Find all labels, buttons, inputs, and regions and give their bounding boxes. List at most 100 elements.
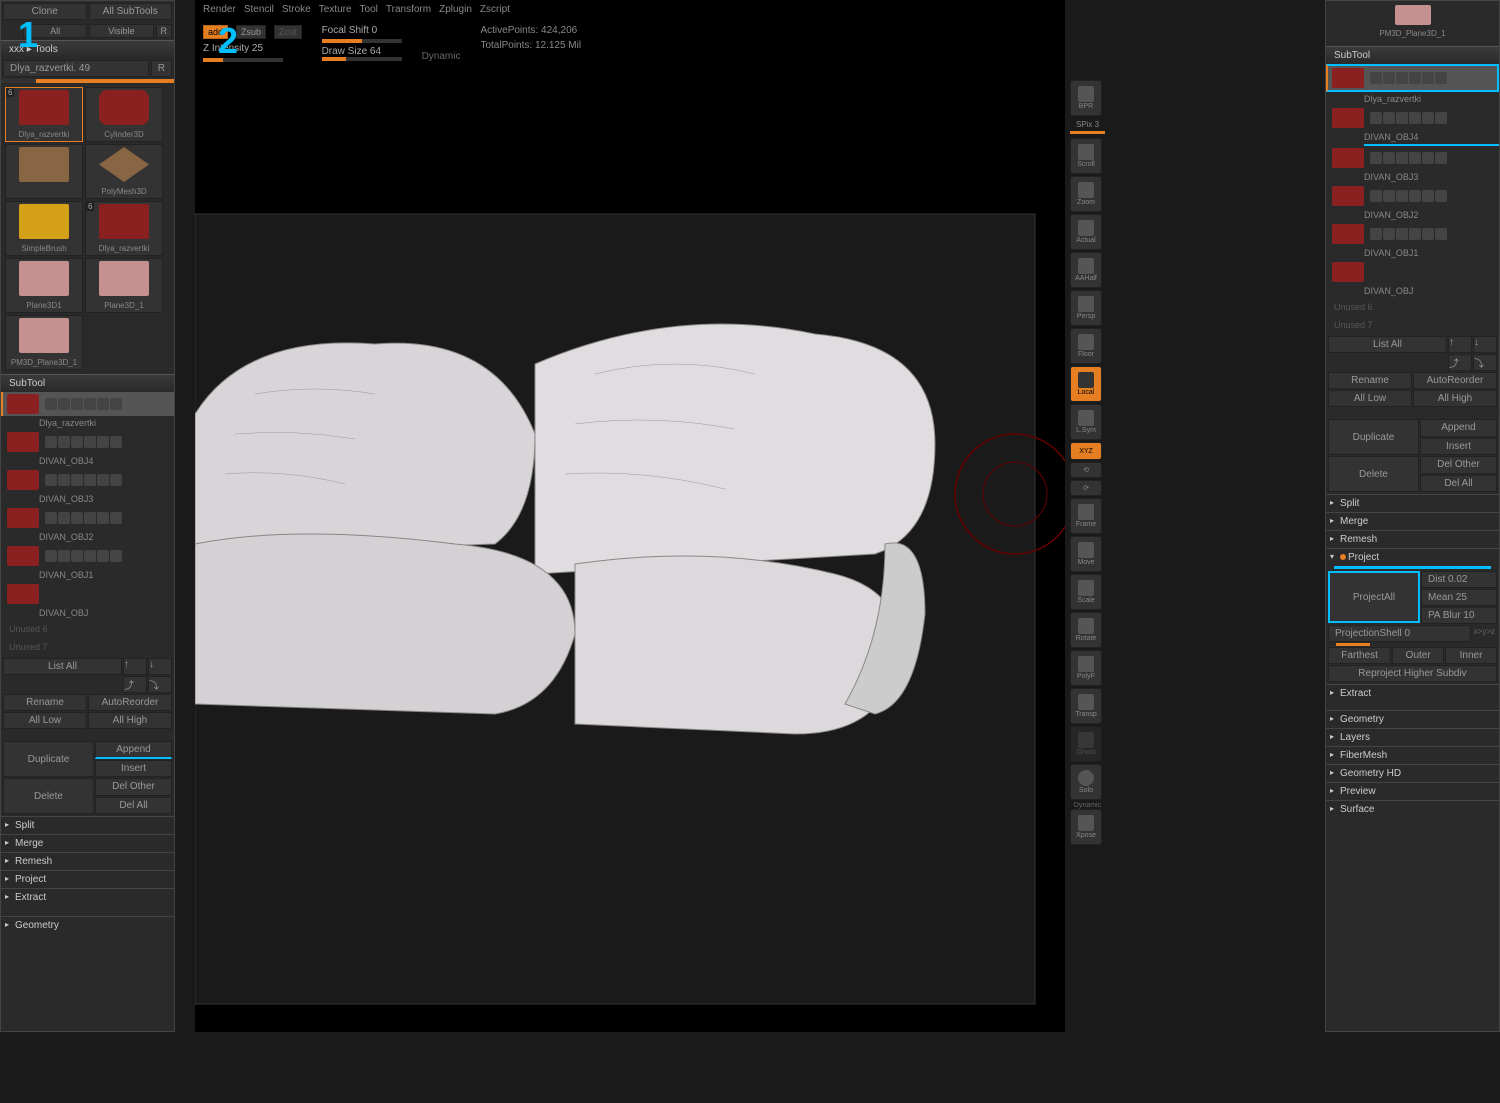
xpose-button[interactable]: Xpose <box>1070 809 1102 845</box>
polyf-button[interactable]: PolyF <box>1070 650 1102 686</box>
del-all-button[interactable]: Del All <box>95 797 172 815</box>
append-button-r[interactable]: Append <box>1420 419 1497 437</box>
subtool-item[interactable] <box>1326 222 1499 246</box>
merge-section-r[interactable]: Merge <box>1326 512 1499 530</box>
subtool-item[interactable] <box>1 506 174 530</box>
dynamic-toggle[interactable]: Dynamic <box>1070 802 1105 809</box>
floor-button[interactable]: Floor <box>1070 328 1102 364</box>
clone-button[interactable]: Clone <box>3 3 87 20</box>
tool-item[interactable]: Plane3D1 <box>5 258 83 313</box>
rot-y-icon[interactable]: ⟲ <box>1070 462 1102 478</box>
subtool-item[interactable] <box>1326 106 1499 130</box>
geometry-section-r[interactable]: Geometry <box>1326 710 1499 728</box>
menu-zscript[interactable]: Zscript <box>480 4 510 15</box>
duplicate-button[interactable]: Duplicate <box>3 741 94 777</box>
tool-item[interactable]: Cylinder3D <box>85 87 163 142</box>
subtool-item[interactable] <box>1 544 174 568</box>
rotate-button[interactable]: Rotate <box>1070 612 1102 648</box>
subtool-item[interactable] <box>1 468 174 492</box>
local-button[interactable]: Local <box>1070 366 1102 402</box>
split-section-r[interactable]: Split <box>1326 494 1499 512</box>
merge-section[interactable]: Merge <box>1 834 174 852</box>
insert-button[interactable]: Insert <box>95 760 172 777</box>
solo-button[interactable]: Solo <box>1070 764 1102 800</box>
spix-label[interactable]: SPix 3 <box>1070 118 1105 131</box>
zcut-button[interactable]: Zcut <box>274 25 302 39</box>
icon-1[interactable]: ⤴ <box>1448 354 1472 371</box>
menu-transform[interactable]: Transform <box>386 4 431 15</box>
scroll-button[interactable]: Scroll <box>1070 138 1102 174</box>
subtool-header-r[interactable]: SubTool <box>1326 46 1499 64</box>
zoom-button[interactable]: Zoom <box>1070 176 1102 212</box>
icon-1[interactable]: ⤴ <box>123 676 147 693</box>
subtool-header[interactable]: SubTool <box>1 374 174 392</box>
lsym-button[interactable]: L.Sym <box>1070 404 1102 440</box>
tool-item[interactable]: Plane3D_1 <box>85 258 163 313</box>
rename-button-r[interactable]: Rename <box>1328 372 1412 389</box>
bpr-button[interactable]: BPR <box>1070 80 1102 116</box>
remesh-section-r[interactable]: Remesh <box>1326 530 1499 548</box>
inner-button[interactable]: Inner <box>1445 647 1497 664</box>
delete-button-r[interactable]: Delete <box>1328 456 1419 492</box>
model-view[interactable] <box>195 68 1065 1100</box>
subtool-item[interactable] <box>1 430 174 454</box>
subtool-item[interactable] <box>1326 184 1499 208</box>
scale-button[interactable]: Scale <box>1070 574 1102 610</box>
move-button[interactable]: Move <box>1070 536 1102 572</box>
viewport[interactable]: Render Stencil Stroke Texture Tool Trans… <box>195 0 1065 1032</box>
split-section[interactable]: Split <box>1 816 174 834</box>
dynamic-label[interactable]: Dynamic <box>422 51 461 62</box>
r-button-2[interactable]: R <box>151 60 172 77</box>
tool-item[interactable]: PM3D_Plane3D_1 <box>5 315 83 370</box>
surface-section[interactable]: Surface <box>1326 800 1499 818</box>
zsub-button[interactable]: Zsub <box>236 25 266 39</box>
tool-item[interactable] <box>5 144 83 199</box>
duplicate-button-r[interactable]: Duplicate <box>1328 419 1419 455</box>
all-low-button[interactable]: All Low <box>3 712 87 729</box>
reproject-button[interactable]: Reproject Higher Subdiv <box>1328 665 1497 682</box>
extract-section-r[interactable]: Extract <box>1326 684 1499 702</box>
layers-section[interactable]: Layers <box>1326 728 1499 746</box>
r-button[interactable]: R <box>156 24 173 38</box>
insert-button-r[interactable]: Insert <box>1420 438 1497 456</box>
current-tool[interactable]: Dlya_razvertki. 49 <box>3 60 149 77</box>
aahalf-button[interactable]: AAHalf <box>1070 252 1102 288</box>
arrow-up-icon[interactable]: ↑ <box>1448 336 1472 353</box>
persp-button[interactable]: Persp <box>1070 290 1102 326</box>
auto-reorder-button[interactable]: AutoReorder <box>88 694 172 711</box>
farthest-button[interactable]: Farthest <box>1328 647 1391 664</box>
arrow-down-icon[interactable]: ↓ <box>148 658 172 675</box>
tool-item[interactable]: PolyMesh3D <box>85 144 163 199</box>
all-subtools-button[interactable]: All SubTools <box>89 3 173 20</box>
all-low-button-r[interactable]: All Low <box>1328 390 1412 407</box>
list-all-button-r[interactable]: List All <box>1328 336 1447 353</box>
menu-zplugin[interactable]: Zplugin <box>439 4 472 15</box>
subtool-item[interactable] <box>1326 260 1499 284</box>
arrow-down-icon[interactable]: ↓ <box>1473 336 1497 353</box>
menu-stroke[interactable]: Stroke <box>282 4 311 15</box>
ghost-button[interactable]: Ghost <box>1070 726 1102 762</box>
visible-button[interactable]: Visible <box>89 24 153 38</box>
fibermesh-section[interactable]: FiberMesh <box>1326 746 1499 764</box>
tool-item[interactable]: SimpleBrush <box>5 201 83 256</box>
list-all-button[interactable]: List All <box>3 658 122 675</box>
auto-reorder-button-r[interactable]: AutoReorder <box>1413 372 1497 389</box>
pa-blur-slider[interactable]: PA Blur 10 <box>1421 607 1497 624</box>
arrow-up-icon[interactable]: ↑ <box>123 658 147 675</box>
outer-button[interactable]: Outer <box>1392 647 1444 664</box>
icon-2[interactable]: ⤵ <box>148 676 172 693</box>
rot-z-icon[interactable]: ⟳ <box>1070 480 1102 496</box>
del-all-button-r[interactable]: Del All <box>1420 475 1497 493</box>
menu-tool[interactable]: Tool <box>360 4 378 15</box>
project-section-r[interactable]: Project <box>1326 548 1499 566</box>
extract-section[interactable]: Extract <box>1 888 174 906</box>
project-all-button[interactable]: ProjectAll <box>1328 571 1420 623</box>
mean-slider[interactable]: Mean 25 <box>1421 589 1497 606</box>
geometry-section[interactable]: Geometry <box>1 916 174 934</box>
transp-button[interactable]: Transp <box>1070 688 1102 724</box>
menu-render[interactable]: Render <box>203 4 236 15</box>
del-other-button[interactable]: Del Other <box>95 778 172 796</box>
rename-button[interactable]: Rename <box>3 694 87 711</box>
menu-texture[interactable]: Texture <box>319 4 352 15</box>
preview-section[interactable]: Preview <box>1326 782 1499 800</box>
